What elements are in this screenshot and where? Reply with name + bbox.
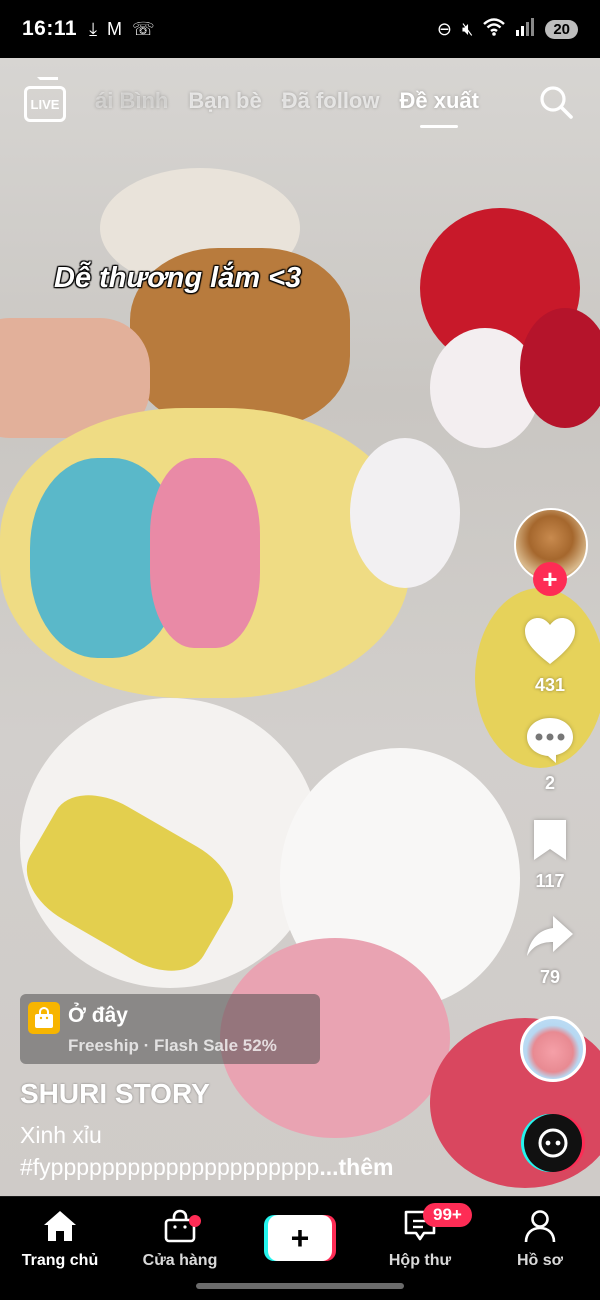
share-icon xyxy=(527,916,573,956)
ai-assistant-button[interactable] xyxy=(524,1114,582,1172)
feed-tabs: ái Bình Bạn bè Đã follow Đề xuất xyxy=(95,88,479,114)
bookmark-icon xyxy=(534,820,566,860)
follow-button[interactable]: + xyxy=(533,562,567,596)
heart-icon xyxy=(525,618,575,664)
gesture-home-bar[interactable] xyxy=(196,1283,404,1289)
creator-name[interactable]: SHURI STORY xyxy=(20,1078,210,1110)
see-more-link[interactable]: ...thêm xyxy=(319,1154,393,1180)
caption-line-2: #fyppppppppppppppppppppp...thêm xyxy=(20,1154,393,1181)
tab-friends[interactable]: Bạn bè xyxy=(188,88,261,114)
live-label: LIVE xyxy=(30,96,60,112)
plush-red-2 xyxy=(520,308,600,428)
product-anchor-subtitle: Freeship · Flash Sale 52% xyxy=(68,1036,277,1055)
search-icon[interactable] xyxy=(538,84,574,120)
video-overlay-text: Dễ thương lắm <3 xyxy=(54,262,302,294)
mute-icon: 🔇︎ xyxy=(461,18,474,39)
like-button[interactable]: 431 xyxy=(514,618,586,696)
create-button[interactable]: + xyxy=(264,1215,336,1261)
like-count: 431 xyxy=(534,675,566,695)
product-anchor-title: Ở đây xyxy=(68,1004,128,1027)
battery-indicator: 20 xyxy=(545,19,578,39)
nav-home-label: Trang chủ xyxy=(21,1252,99,1269)
nav-profile[interactable]: Hồ sơ xyxy=(485,1209,595,1270)
tab-for-you[interactable]: Đề xuất xyxy=(399,88,478,114)
gmail-icon: M xyxy=(107,19,123,39)
status-bar: 16:11 ⤓ M ☏ ⊖ 🔇︎ 20 xyxy=(0,0,600,58)
plus-icon: + xyxy=(268,1215,332,1261)
product-anchor[interactable]: Ở đây Freeship · Flash Sale 52% xyxy=(20,994,320,1064)
shop-notification-dot xyxy=(189,1215,201,1227)
home-icon xyxy=(44,1211,76,1241)
inbox-badge: 99+ xyxy=(423,1203,472,1227)
comment-button[interactable]: 2 xyxy=(514,716,586,794)
shopping-bag-icon xyxy=(28,1002,60,1034)
missed-call-icon: ☏ xyxy=(132,19,155,39)
do-not-disturb-icon: ⊖ xyxy=(436,18,452,39)
download-icon: ⤓ xyxy=(89,19,98,39)
nav-profile-label: Hồ sơ xyxy=(516,1252,564,1269)
tab-location[interactable]: ái Bình xyxy=(95,88,168,114)
plush-kitty-small xyxy=(350,438,460,588)
status-time: 16:11 xyxy=(22,17,78,40)
nav-home[interactable]: Trang chủ xyxy=(5,1209,115,1270)
ai-assistant-icon xyxy=(538,1128,568,1158)
wifi-icon xyxy=(483,17,506,41)
top-nav: LIVE ái Bình Bạn bè Đã follow Đề xuất xyxy=(0,58,600,148)
comment-count: 2 xyxy=(544,773,555,793)
save-button[interactable]: 117 xyxy=(514,818,586,892)
live-icon[interactable]: LIVE xyxy=(24,77,66,122)
nav-inbox-label: Hộp thư xyxy=(388,1252,452,1269)
nav-shop[interactable]: Cửa hàng xyxy=(125,1209,235,1270)
profile-icon xyxy=(524,1210,556,1243)
nav-shop-label: Cửa hàng xyxy=(142,1252,218,1269)
signal-icon xyxy=(515,17,535,41)
music-disc-avatar[interactable] xyxy=(520,1016,586,1082)
share-count: 79 xyxy=(539,967,561,987)
plush-pink-tongue xyxy=(150,458,260,648)
caption-line-1: Xinh xỉu xyxy=(20,1122,102,1148)
save-count: 117 xyxy=(535,871,565,891)
tab-following[interactable]: Đã follow xyxy=(282,88,380,114)
caption-hashtag[interactable]: #fyppppppppppppppppppppp xyxy=(20,1154,319,1180)
comment-icon xyxy=(527,718,573,763)
share-button[interactable]: 79 xyxy=(514,914,586,988)
nav-inbox[interactable]: 99+ Hộp thư xyxy=(365,1203,475,1270)
